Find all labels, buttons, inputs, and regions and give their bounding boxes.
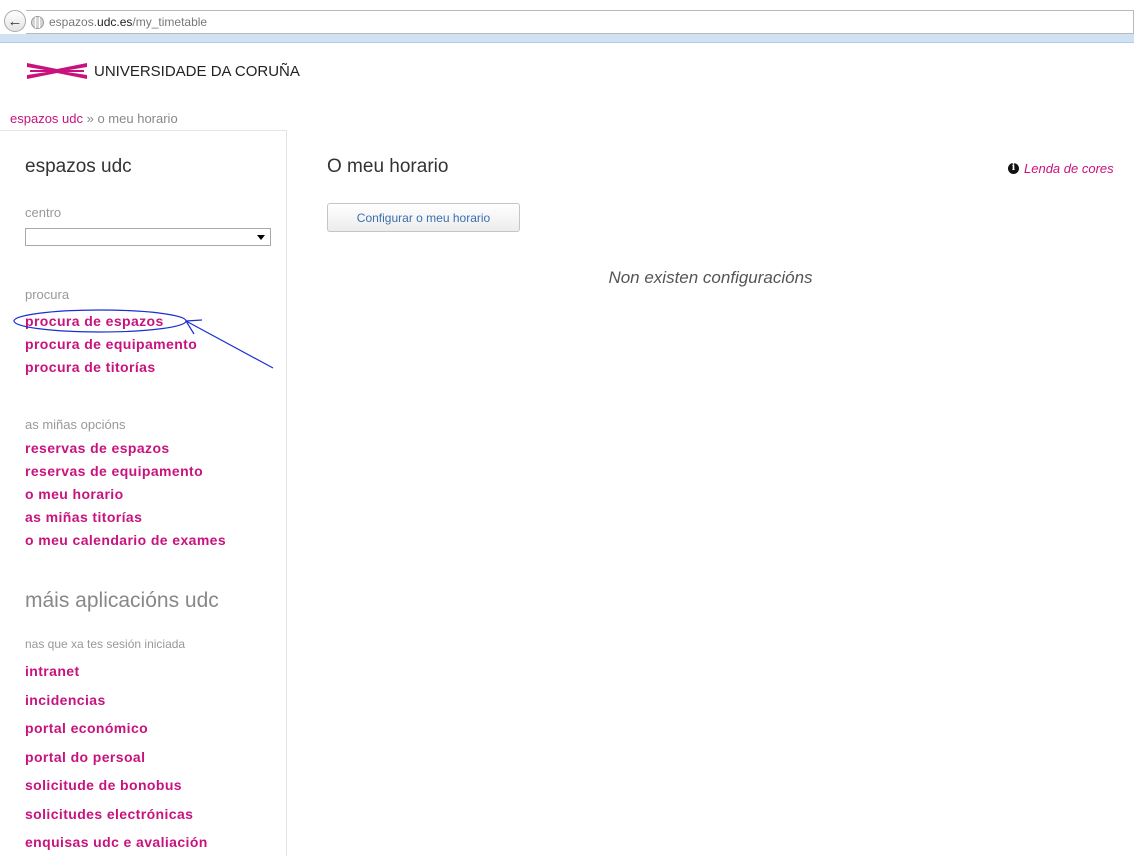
options-section-label: as miñas opcións — [25, 417, 126, 432]
link-portal-persoal[interactable]: portal do persoal — [25, 743, 208, 772]
configure-timetable-button[interactable]: Configurar o meu horario — [327, 203, 520, 232]
breadcrumb-current: o meu horario — [97, 111, 178, 126]
app-links: intranet incidencias portal económico po… — [25, 657, 208, 856]
globe-icon — [31, 15, 44, 29]
link-incidencias[interactable]: incidencias — [25, 686, 208, 715]
link-o-meu-horario[interactable]: o meu horario — [25, 483, 226, 506]
link-intranet[interactable]: intranet — [25, 657, 208, 686]
browser-toolbar: ← espazos.udc.es/my_timetable — [0, 0, 1134, 36]
empty-state-message: Non existen configuracións — [608, 268, 813, 287]
link-portal-economico[interactable]: portal económico — [25, 714, 208, 743]
link-reservas-equipamento[interactable]: reservas de equipamento — [25, 460, 226, 483]
header-divider — [0, 130, 286, 131]
search-section-label: procura — [25, 287, 70, 302]
breadcrumb: espazos udc » o meu horario — [10, 111, 178, 126]
university-logo[interactable]: UNIVERSIDADE DA CORUÑA — [26, 58, 300, 84]
annotation-arrow-line — [185, 320, 274, 369]
link-calendario-exames[interactable]: o meu calendario de exames — [25, 529, 226, 552]
link-procura-titorias[interactable]: procura de titorías — [25, 356, 197, 379]
link-solicitudes-electronicas[interactable]: solicitudes electrónicas — [25, 800, 208, 829]
link-reservas-espazos[interactable]: reservas de espazos — [25, 437, 226, 460]
page-title: O meu horario — [327, 156, 449, 177]
url-text: espazos.udc.es/my_timetable — [49, 15, 208, 29]
sidebar-divider — [286, 130, 287, 856]
sidebar-title: espazos udc — [25, 156, 132, 177]
link-bonobus[interactable]: solicitude de bonobus — [25, 771, 208, 800]
browser-tab-strip — [0, 34, 1134, 43]
more-apps-title: máis aplicacións udc — [25, 589, 219, 612]
link-minas-titorias[interactable]: as miñas titorías — [25, 506, 226, 529]
centro-label: centro — [25, 205, 62, 220]
chevron-down-icon — [257, 235, 265, 240]
centro-select[interactable] — [25, 228, 271, 246]
address-bar[interactable]: espazos.udc.es/my_timetable — [26, 10, 1134, 34]
option-links: reservas de espazos reservas de equipame… — [25, 437, 226, 552]
udc-logo-icon — [27, 63, 87, 79]
legend-link[interactable]: i Lenda de cores — [1008, 161, 1114, 176]
link-procura-espazos[interactable]: procura de espazos — [25, 310, 197, 333]
breadcrumb-link-home[interactable]: espazos udc — [10, 111, 83, 126]
info-icon: i — [1008, 163, 1019, 174]
search-links: procura de espazos procura de equipament… — [25, 310, 197, 379]
link-enquisas[interactable]: enquisas udc e avaliación — [25, 828, 208, 856]
back-arrow-icon[interactable]: ← — [4, 10, 26, 32]
link-procura-equipamento[interactable]: procura de equipamento — [25, 333, 197, 356]
more-apps-label: nas que xa tes sesión iniciada — [25, 637, 186, 651]
logo-text: UNIVERSIDADE DA CORUÑA — [94, 62, 300, 80]
